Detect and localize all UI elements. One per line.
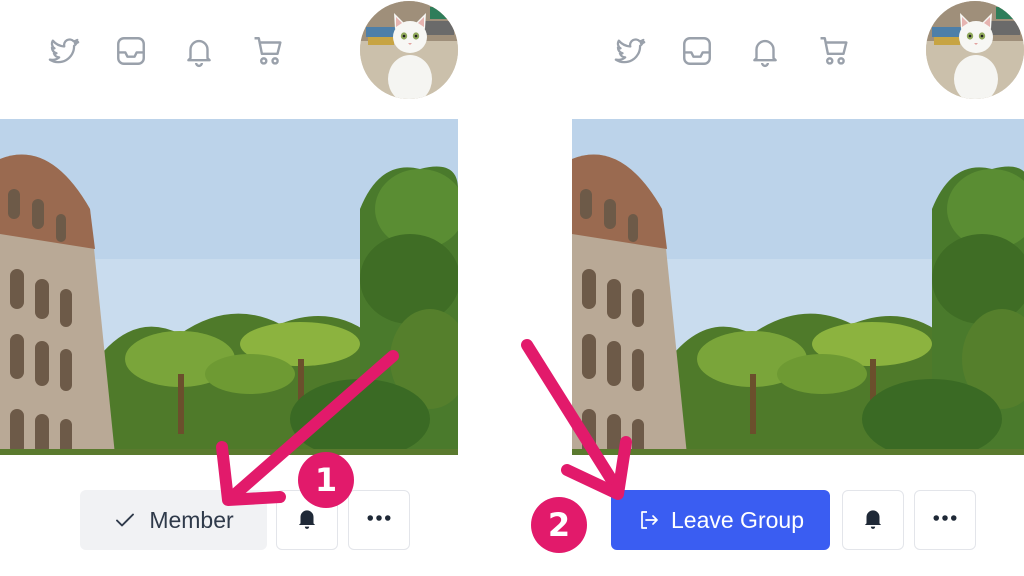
check-icon	[113, 508, 137, 532]
panel-step-2: Leave Group	[566, 0, 1024, 576]
twitter-icon[interactable]	[613, 34, 647, 68]
notification-button[interactable]	[842, 490, 904, 550]
inbox-icon[interactable]	[114, 34, 148, 68]
more-horizontal-icon	[364, 503, 394, 538]
bell-icon[interactable]	[748, 34, 782, 68]
more-horizontal-icon	[930, 503, 960, 538]
top-navigation	[566, 0, 1024, 110]
avatar[interactable]	[360, 1, 458, 99]
cart-icon[interactable]	[817, 34, 851, 68]
step-badge-1: 1	[298, 452, 354, 508]
bell-icon[interactable]	[182, 34, 216, 68]
cart-icon[interactable]	[251, 34, 285, 68]
bell-icon	[294, 505, 320, 536]
top-navigation	[0, 0, 458, 110]
step-badge-2: 2	[531, 497, 587, 553]
leave-group-label: Leave Group	[671, 506, 804, 533]
bell-icon	[860, 505, 886, 536]
leave-icon	[637, 508, 661, 532]
group-cover-image	[572, 119, 1024, 455]
inbox-icon[interactable]	[680, 34, 714, 68]
panel-step-1: Member	[0, 0, 458, 576]
more-options-button[interactable]	[348, 490, 410, 550]
avatar[interactable]	[926, 1, 1024, 99]
more-options-button[interactable]	[914, 490, 976, 550]
group-cover-image	[0, 119, 458, 455]
leave-group-button[interactable]: Leave Group	[611, 490, 830, 550]
twitter-icon[interactable]	[47, 34, 81, 68]
member-button-label: Member	[149, 506, 234, 533]
member-button[interactable]: Member	[80, 490, 267, 550]
